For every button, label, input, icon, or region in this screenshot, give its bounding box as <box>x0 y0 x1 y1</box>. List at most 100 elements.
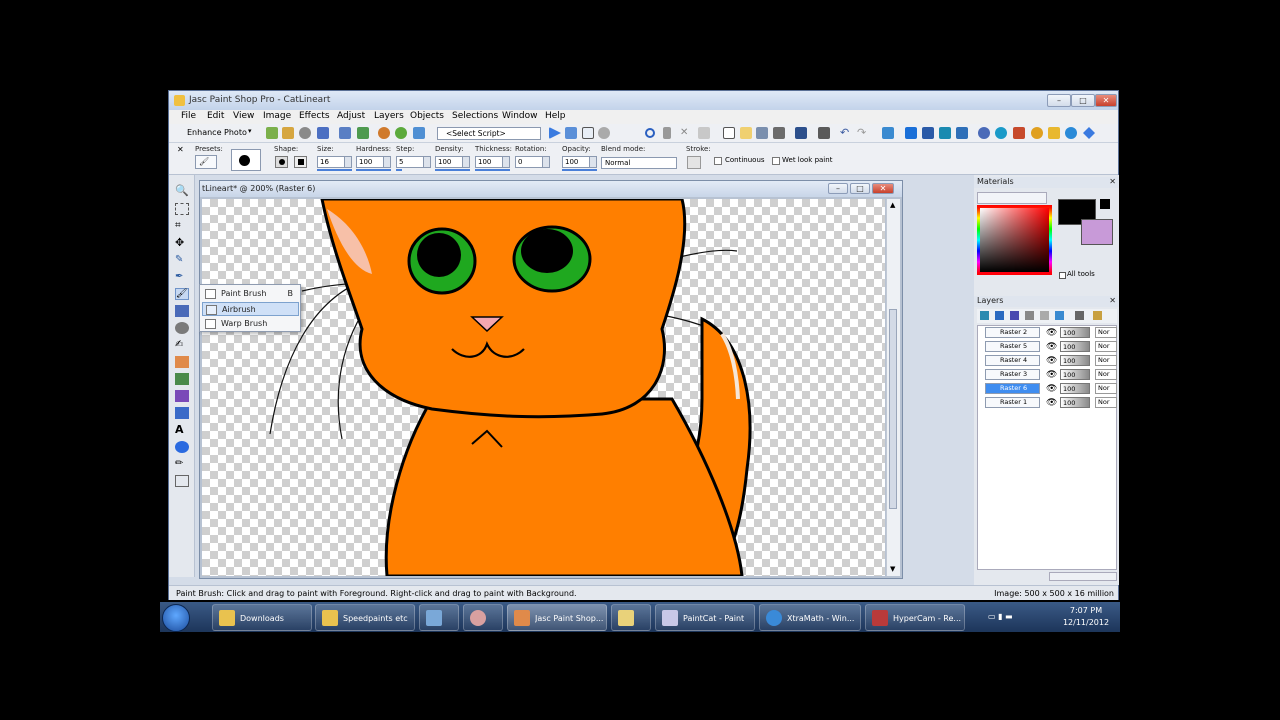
continuous-checkbox[interactable] <box>714 157 722 165</box>
blend-mode-dropdown[interactable]: Normal <box>601 157 677 169</box>
square-shape-button[interactable] <box>294 156 307 168</box>
layer-blend-mode[interactable]: Nor <box>1095 327 1117 338</box>
round-shape-button[interactable] <box>275 156 288 168</box>
script-edit-icon[interactable] <box>582 127 594 139</box>
menu-window[interactable]: Window <box>502 111 538 121</box>
color-picker[interactable] <box>977 205 1052 275</box>
red-eye-icon[interactable] <box>299 127 311 139</box>
photo-icon[interactable] <box>339 127 351 139</box>
swap-colors-icon[interactable] <box>1100 199 1110 209</box>
layer-opacity[interactable]: 100 <box>1060 327 1090 338</box>
stop-script-icon[interactable] <box>598 127 610 139</box>
layer-opacity[interactable]: 100 <box>1060 383 1090 394</box>
menu-adjust[interactable]: Adjust <box>337 111 365 121</box>
eye-icon[interactable]: 👁 <box>1046 384 1057 394</box>
taskbar-item-6[interactable] <box>611 604 651 631</box>
enhance-photo-button[interactable]: Enhance Photo <box>187 128 247 137</box>
pen-tool-icon[interactable]: ✏ <box>175 458 189 470</box>
paint-brush-tool-icon[interactable]: 🖌 <box>175 288 189 300</box>
wet-look-checkbox[interactable] <box>772 157 780 165</box>
close-icon[interactable]: ✕ <box>177 145 184 154</box>
hardness-input[interactable]: 100 <box>356 156 391 168</box>
step-input[interactable]: 5 <box>396 156 431 168</box>
palette-toggle-icon[interactable] <box>905 127 917 139</box>
layer-row[interactable]: Raster 5 👁 100 Nor <box>977 341 1117 354</box>
rotation-input[interactable]: 0 <box>515 156 550 168</box>
hardness-slider[interactable] <box>356 169 391 171</box>
layers-hscroll[interactable] <box>1049 572 1117 581</box>
taskbar-item-speedpaints[interactable]: Speedpaints etc <box>315 604 415 631</box>
layer-row[interactable]: Raster 3 👁 100 Nor <box>977 369 1117 382</box>
step-slider[interactable] <box>396 169 402 171</box>
close-button[interactable]: ✕ <box>1095 94 1117 107</box>
menu-effects[interactable]: Effects <box>299 111 330 121</box>
materials-tabs[interactable] <box>977 192 1047 204</box>
layer-blend-mode[interactable]: Nor <box>1095 397 1117 408</box>
pause-icon[interactable] <box>663 127 671 139</box>
layer-tool-icon[interactable] <box>1093 311 1102 320</box>
density-slider[interactable] <box>435 169 470 171</box>
taskbar-item-downloads[interactable]: Downloads <box>212 604 312 631</box>
eye-icon[interactable]: 👁 <box>1046 328 1057 338</box>
layer-blend-mode[interactable]: Nor <box>1095 355 1117 366</box>
taskbar-item-hypercam[interactable]: HyperCam - Re... <box>865 604 965 631</box>
menu-layers[interactable]: Layers <box>374 111 404 121</box>
image-canvas[interactable] <box>202 199 885 576</box>
maximize-button[interactable]: □ <box>1071 94 1095 107</box>
tray-icons[interactable]: ▭ ▮ ▬ <box>988 612 1048 622</box>
airbrush-item[interactable]: Airbrush <box>202 302 299 316</box>
merge-icon[interactable] <box>1075 311 1084 320</box>
smudge-icon[interactable]: ✍ <box>175 339 189 351</box>
select-script-dropdown[interactable]: <Select Script> <box>437 127 541 140</box>
redo-icon[interactable]: ↷ <box>857 127 869 139</box>
taskbar-item-4[interactable] <box>463 604 503 631</box>
layer-opacity[interactable]: 100 <box>1060 397 1090 408</box>
bird-icon-2[interactable] <box>395 127 407 139</box>
menu-file[interactable]: File <box>181 111 196 121</box>
object-selector-icon[interactable] <box>175 475 189 487</box>
menu-view[interactable]: View <box>233 111 254 121</box>
paint-brush-item[interactable]: Paint Brush B <box>202 287 299 301</box>
fill-icon[interactable] <box>175 390 189 402</box>
menu-help[interactable]: Help <box>545 111 566 121</box>
browser-icon[interactable] <box>978 127 990 139</box>
taskbar-item-xtramath[interactable]: XtraMath - Win... <box>759 604 861 631</box>
layer-name[interactable]: Raster 6 <box>985 383 1040 394</box>
shape-tool-icon[interactable] <box>175 441 189 453</box>
layer-opacity[interactable]: 100 <box>1060 355 1090 366</box>
new-file-icon[interactable] <box>723 127 735 139</box>
menu-selections[interactable]: Selections <box>452 111 498 121</box>
layer-row[interactable]: Raster 1 👁 100 Nor <box>977 397 1117 410</box>
layer-name[interactable]: Raster 1 <box>985 397 1040 408</box>
layer-name[interactable]: Raster 5 <box>985 341 1040 352</box>
taskbar-item-3[interactable] <box>419 604 459 631</box>
dodge-icon[interactable] <box>175 322 189 334</box>
opacity-input[interactable]: 100 <box>562 156 597 168</box>
close-icon[interactable]: ✕ <box>1109 296 1116 305</box>
stroke-icon[interactable] <box>687 156 701 169</box>
menu-objects[interactable]: Objects <box>410 111 444 121</box>
print-icon[interactable] <box>818 127 830 139</box>
histogram-icon[interactable] <box>956 127 968 139</box>
shape-preview[interactable] <box>231 149 261 171</box>
duplicate-layer-icon[interactable] <box>1010 311 1019 320</box>
size-input[interactable]: 16 <box>317 156 352 168</box>
doc-maximize-button[interactable]: □ <box>850 183 870 194</box>
thickness-input[interactable]: 100 <box>475 156 510 168</box>
context-help-icon[interactable] <box>1083 127 1095 139</box>
crop-icon[interactable]: ⌗ <box>175 220 189 232</box>
revert-icon[interactable] <box>882 127 894 139</box>
layer-name[interactable]: Raster 3 <box>985 369 1040 380</box>
mask-icon[interactable] <box>1055 311 1064 320</box>
new-layer-icon[interactable] <box>980 311 989 320</box>
presets-dropdown[interactable]: 🖌 <box>195 155 217 169</box>
size-slider[interactable] <box>317 169 352 171</box>
color-replacer-icon[interactable] <box>175 407 189 419</box>
eye-icon[interactable]: 👁 <box>1046 398 1057 408</box>
dropper-icon[interactable]: ✎ <box>175 254 189 266</box>
layer-opacity[interactable]: 100 <box>1060 341 1090 352</box>
enhance-icon-2[interactable] <box>282 127 294 139</box>
clone-icon[interactable] <box>175 305 189 317</box>
layer-row[interactable]: Raster 2 👁 100 Nor <box>977 327 1117 340</box>
photo-icon-2[interactable] <box>357 127 369 139</box>
